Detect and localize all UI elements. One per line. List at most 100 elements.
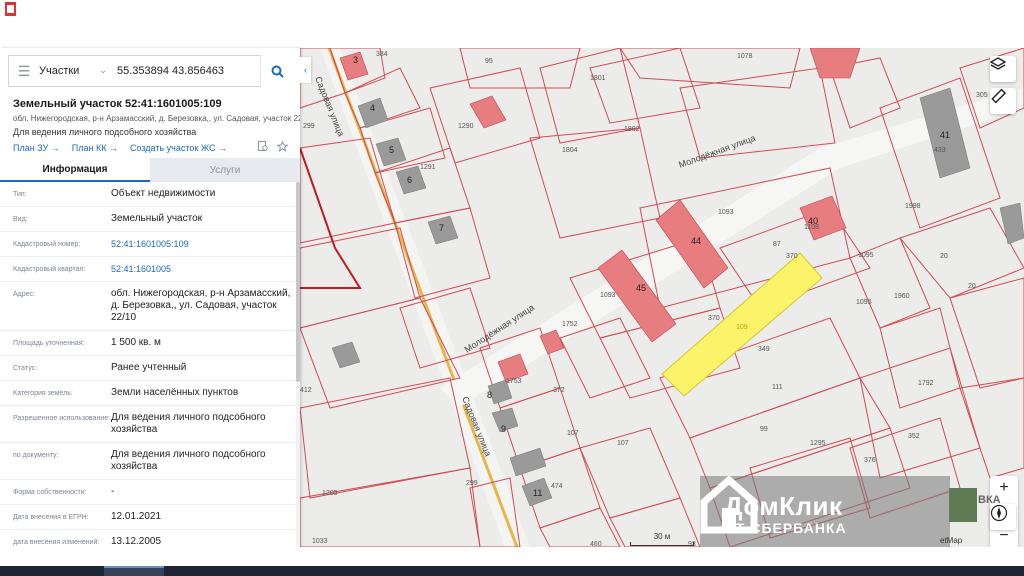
info-label: дата внесения изменений: [13, 539, 100, 546]
parcel-label: 1290 [458, 123, 474, 130]
info-label: по документу: [13, 452, 59, 459]
parcel-label: 1802 [624, 126, 640, 133]
ruler-button[interactable] [990, 88, 1016, 114]
star-icon[interactable] [277, 141, 288, 152]
domclick-logo-icon [700, 476, 758, 534]
panel-scrollbar[interactable] [296, 182, 300, 547]
building-label: 5 [389, 145, 394, 155]
info-row-area: Площадь уточненная: 1 500 кв. м [0, 331, 300, 356]
parcel-label: 299 [303, 123, 315, 130]
building-label: 8 [487, 390, 492, 400]
tab-info[interactable]: Информация [0, 158, 150, 182]
top-strip [0, 0, 1024, 48]
building-label: 9 [501, 424, 506, 434]
search-document-icon[interactable] [258, 141, 269, 152]
building-label: 40 [808, 216, 818, 226]
info-row-kind: Вид: Земельный участок [0, 207, 300, 232]
building-label: 4 [370, 103, 375, 113]
parcel-label: 1205 [322, 490, 338, 497]
building-label: 41 [940, 130, 950, 140]
link-plan-zu[interactable]: План ЗУ → [13, 143, 60, 153]
map-attribution: etMap [940, 536, 963, 545]
parcel-label: 1095 [856, 299, 872, 306]
parcel-label: 370 [708, 315, 720, 322]
building-label: 44 [691, 236, 701, 246]
parcel-label: 305 [976, 92, 988, 99]
parcel-label-109: 109 [736, 324, 748, 331]
parcel-label: 111 [772, 384, 783, 391]
cadastral-number-link[interactable]: 52:41:1601005:109 [111, 238, 291, 250]
parcel-label: 1078 [737, 53, 753, 60]
search-icon [271, 65, 284, 78]
info-label: Разрешенное использование: [13, 415, 111, 422]
parcel-label: 107 [617, 440, 629, 447]
layers-icon [990, 57, 1006, 70]
parcel-label: 1291 [420, 164, 436, 171]
building-label: 7 [439, 223, 444, 233]
compass-icon [990, 504, 1008, 522]
parcel-title: Земельный участок 52:41:1601005:109 [13, 98, 222, 110]
info-value: Объект недвижимости [111, 188, 216, 199]
cadastral-quarter-link[interactable]: 52:41:1601005 [111, 263, 291, 275]
parcel-label: 412 [300, 387, 312, 394]
compass-button[interactable] [990, 504, 1016, 530]
layer-select-value: Участки [39, 65, 80, 77]
info-row-status: Статус: Ранее учтенный [0, 356, 300, 381]
info-row-cadastral-quarter: Кадастровый квартал: 52:41:1601005 [0, 257, 300, 282]
parcel-label: 95 [485, 58, 493, 65]
info-label: Площадь уточненная: [13, 340, 85, 347]
domclick-watermark: ДомКлик ОТ СБЕРБАНКА [700, 476, 950, 547]
building-label: 3 [353, 55, 358, 65]
search-input[interactable] [117, 65, 257, 77]
map-scale: 30 м [630, 532, 694, 546]
taskbar-item[interactable] [104, 566, 164, 576]
parcel-label: 1093 [718, 209, 734, 216]
tab-services[interactable]: Услуги [150, 158, 300, 182]
parcel-label: 433 [934, 147, 946, 154]
menu-icon[interactable]: ☰ [9, 63, 39, 80]
satellite-minimap[interactable] [949, 488, 977, 522]
parcel-label: 1295 [810, 440, 826, 447]
layers-button[interactable] [990, 56, 1016, 82]
info-label: Кадастровый квартал: [13, 266, 86, 273]
parcel-info-panel: ☰ Участки ⌄ × Земельный участок 52:41:16… [0, 48, 300, 547]
parcel-label: 1093 [600, 292, 616, 299]
building-label: 6 [407, 175, 412, 185]
search-bar: ☰ Участки ⌄ × [8, 55, 294, 87]
parcel-label: 107 [567, 430, 579, 437]
collapse-panel-button[interactable]: ‹ [300, 57, 311, 83]
link-plan-kk[interactable]: План КК → [72, 143, 118, 153]
bottom-strip [0, 547, 1024, 566]
parcel-label: 1804 [562, 147, 578, 154]
app-logo-icon [5, 2, 16, 16]
parcel-label: 376 [864, 457, 876, 464]
info-value: Ранее учтенный [111, 362, 187, 373]
parcel-label: 349 [758, 346, 770, 353]
search-button[interactable] [260, 55, 294, 87]
chevron-down-icon: ⌄ [99, 65, 107, 75]
layer-select[interactable]: Участки ⌄ [39, 65, 113, 77]
parcel-label: 99 [760, 426, 768, 433]
link-create-parcel[interactable]: Создать участок ЖС → [130, 143, 227, 153]
info-value: 12.01.2021 [111, 511, 162, 522]
info-row-cadastral-number: Кадастровый номер: 52:41:1601005:109 [0, 232, 300, 257]
parcel-label: 474 [551, 483, 563, 490]
info-label: Дата внесения в ЕГРН: [13, 514, 89, 521]
info-label: Тип: [13, 191, 27, 198]
panel-tabs: Информация Услуги [0, 158, 300, 182]
info-label: Адрес: [13, 291, 35, 298]
parcel-label: 1752 [562, 321, 578, 328]
building-label: 11 [533, 488, 542, 498]
parcel-label: 299 [466, 480, 478, 487]
scale-label: 30 м [653, 532, 671, 541]
info-value: Для ведения личного подсобного хозяйства [111, 449, 266, 472]
scale-bar [630, 542, 694, 546]
info-row-land-category: Категория земель: Земли населённых пункт… [0, 381, 300, 406]
info-row-by-document: по документу: Для ведения личного подсоб… [0, 443, 300, 480]
parcel-label: 1753 [506, 378, 522, 385]
parcel-label: 352 [908, 433, 920, 440]
scrollbar-thumb[interactable] [296, 182, 300, 382]
parcel-address: обл. Нижегородская, р-н Арзамасский, д. … [13, 114, 300, 123]
building-label: 45 [636, 283, 646, 293]
parcel-label: 20 [968, 283, 976, 290]
